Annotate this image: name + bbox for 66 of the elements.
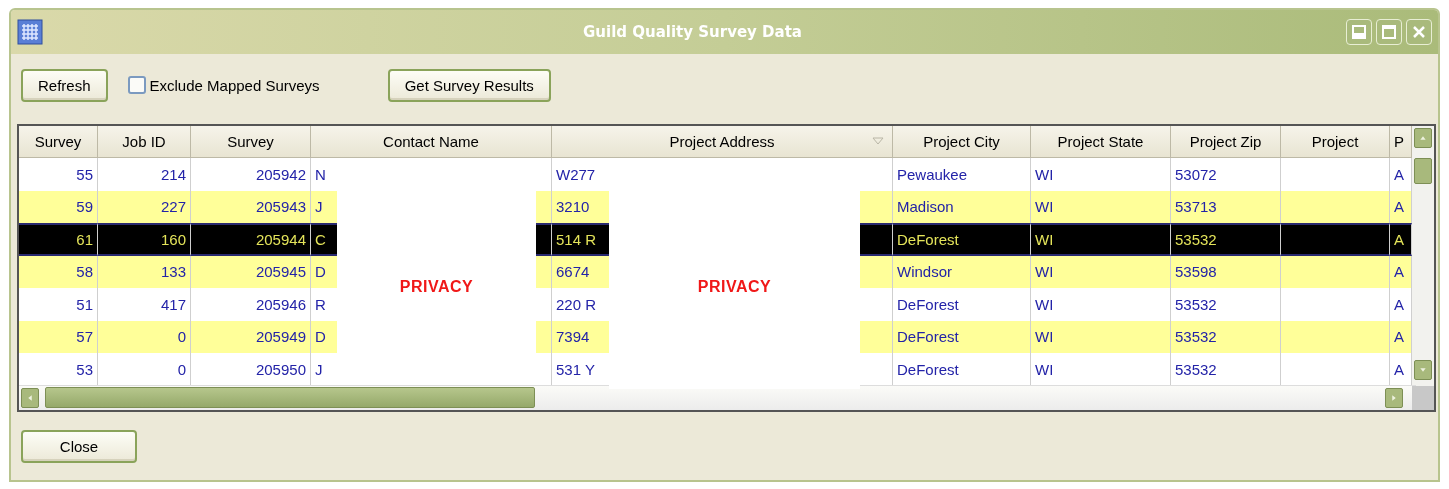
scroll-up-icon[interactable] [1414, 128, 1432, 148]
table-cell: 205946 [191, 288, 311, 321]
table-cell: 205944 [191, 223, 311, 256]
column-header[interactable]: Project Zip [1171, 126, 1281, 158]
column-header[interactable]: Survey [19, 126, 98, 158]
table-cell: DeForest [893, 320, 1031, 353]
column-header[interactable]: Survey [191, 126, 311, 158]
table-cell: A [1390, 190, 1412, 223]
table-cell: 205942 [191, 158, 311, 191]
refresh-button[interactable]: Refresh [21, 68, 108, 102]
table-cell: WI [1031, 255, 1171, 288]
table-cell: WI [1031, 223, 1171, 256]
sort-icon [872, 137, 884, 145]
close-icon[interactable] [1406, 19, 1432, 45]
scroll-left-icon[interactable] [21, 388, 39, 408]
table-cell: A [1390, 255, 1412, 288]
table-cell: 53713 [1171, 190, 1281, 223]
table-cell: WI [1031, 158, 1171, 191]
table-cell: 55 [19, 158, 98, 191]
close-button[interactable]: Close [21, 430, 137, 463]
scroll-down-icon[interactable] [1414, 360, 1432, 380]
table-cell: DeForest [893, 223, 1031, 256]
column-header[interactable]: Contact Name [311, 126, 552, 158]
scroll-right-icon[interactable] [1385, 388, 1403, 408]
window-title: Guild Quality Survey Data [582, 23, 803, 41]
table-cell: Madison [893, 190, 1031, 223]
maximize-icon[interactable] [1376, 19, 1402, 45]
column-header[interactable]: Project [1281, 126, 1390, 158]
table-cell: WI [1031, 320, 1171, 353]
table-cell: 417 [98, 288, 191, 321]
table-cell: WI [1031, 190, 1171, 223]
table-cell: 53532 [1171, 223, 1281, 256]
column-header[interactable]: Project Address [552, 126, 893, 158]
table-cell: 57 [19, 320, 98, 353]
table-cell: WI [1031, 288, 1171, 321]
column-header[interactable]: Project State [1031, 126, 1171, 158]
table-cell: Windsor [893, 255, 1031, 288]
table-cell: 53532 [1171, 288, 1281, 321]
checkbox-label[interactable]: Exclude Mapped Surveys [149, 76, 320, 94]
table-cell: 51 [19, 288, 98, 321]
table-cell: 58 [19, 255, 98, 288]
get-results-button[interactable]: Get Survey Results [387, 68, 551, 102]
table-cell: 205943 [191, 190, 311, 223]
column-header[interactable]: Project City [893, 126, 1031, 158]
table-cell: 205945 [191, 255, 311, 288]
table-cell: A [1390, 320, 1412, 353]
column-header[interactable]: Job ID [98, 126, 191, 158]
table-cell: Pewaukee [893, 158, 1031, 191]
table-cell: 160 [98, 223, 191, 256]
column-header[interactable]: P [1390, 126, 1412, 158]
table-cell: DeForest [893, 288, 1031, 321]
table-cell: 53532 [1171, 320, 1281, 353]
table-cell: 227 [98, 190, 191, 223]
table-cell: 53072 [1171, 158, 1281, 191]
checkbox[interactable] [127, 76, 146, 94]
table-cell: 214 [98, 158, 191, 191]
table-cell: 61 [19, 223, 98, 256]
grid-icon [17, 19, 43, 45]
table-cell: 133 [98, 255, 191, 288]
table-cell: 0 [98, 320, 191, 353]
table-cell: A [1390, 223, 1412, 256]
scrollbar-corner [1412, 386, 1434, 410]
table-cell: 53598 [1171, 255, 1281, 288]
minimize-icon[interactable] [1346, 19, 1372, 45]
table-cell: 205949 [191, 320, 311, 353]
table-cell: 59 [19, 190, 98, 223]
